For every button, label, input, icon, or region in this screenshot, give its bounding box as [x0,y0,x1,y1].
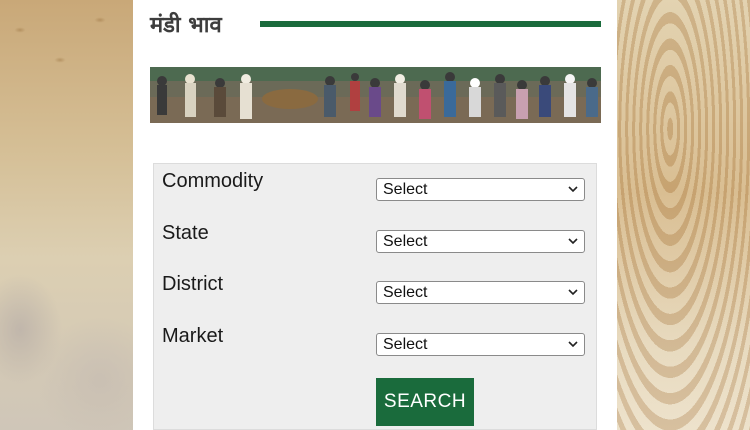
chevron-down-icon [568,238,578,245]
state-row: State Select [154,216,596,256]
chevron-down-icon [568,186,578,193]
search-button[interactable]: SEARCH [376,378,474,426]
chevron-down-icon [568,289,578,296]
market-row: Market Select [154,319,596,359]
district-select-value: Select [383,284,428,301]
district-row: District Select [154,267,596,307]
page-title: मंडी भाव [150,13,222,38]
district-select[interactable]: Select [376,281,585,304]
mandi-search-form: Commodity Select State Select District S… [153,163,597,430]
background-grain-right [617,0,750,430]
content-panel: मंडी भाव Commodity Select State Select D… [133,0,617,430]
commodity-select-value: Select [383,181,428,198]
market-crowd-photo [150,67,601,123]
market-banner-image [150,67,601,123]
market-select[interactable]: Select [376,333,585,356]
page-header: मंडी भाव [150,8,601,40]
market-select-value: Select [383,336,428,353]
chevron-down-icon [568,341,578,348]
state-label: State [162,222,209,244]
district-label: District [162,273,224,295]
state-select-value: Select [383,233,428,250]
commodity-select[interactable]: Select [376,178,585,201]
commodity-label: Commodity [162,170,264,192]
title-divider [260,21,601,27]
market-label: Market [162,325,224,347]
state-select[interactable]: Select [376,230,585,253]
commodity-row: Commodity Select [154,164,596,204]
background-grain-left [0,0,133,430]
